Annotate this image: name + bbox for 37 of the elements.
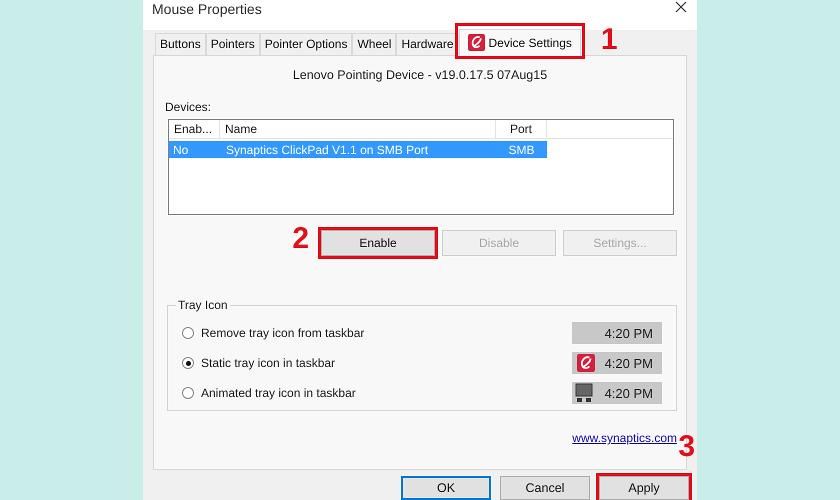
radio-button[interactable] [182,327,194,340]
clock-preview: 4:20 PM [572,322,662,344]
close-icon[interactable] [675,1,687,13]
step-number: 1 [600,24,618,55]
monitor-icon [575,383,593,404]
radio-button[interactable] [182,387,194,400]
table-cell-text: SMB [507,142,536,158]
step-number: 2 [292,224,309,254]
tab[interactable]: Hardware [396,32,458,55]
radio-button[interactable] [182,357,194,370]
column-header[interactable]: Enab... [169,120,220,138]
tab[interactable]: Device Settings [458,28,581,56]
devices-label: Devices: [165,99,212,116]
radio-option[interactable]: Animated tray icon in taskbar [182,384,356,402]
tab[interactable]: Wheel [352,32,396,55]
tab[interactable]: Buttons [155,32,206,55]
website-link[interactable]: www.synaptics.com [572,429,677,448]
driver-version: Lenovo Pointing Device - v19.0.17.5 07Aug15 [292,66,548,84]
clock-preview: 4:20 PM [572,352,662,374]
tab[interactable]: Pointers [206,32,260,55]
dialog-button[interactable]: Apply [599,476,689,500]
dialog-button[interactable]: Cancel [500,476,590,500]
step-number: 3 [678,432,695,462]
column-header[interactable]: Port [496,120,547,138]
radio-option[interactable]: Remove tray icon from taskbar [182,324,364,342]
clock-preview: 4:20 PM [572,382,662,404]
table-cell-text: Synaptics ClickPad V1.1 on SMB Port [225,142,430,158]
radio-option[interactable]: Static tray icon in taskbar [182,354,336,372]
action-button[interactable]: Enable [321,230,435,256]
group-title: Tray Icon [177,297,229,314]
column-header[interactable]: Name [220,120,496,138]
table-cell-text: No [172,142,190,158]
dialog-button[interactable]: OK [401,476,491,500]
tab[interactable]: Pointer Options [260,32,352,55]
tray-logo-icon [575,354,597,372]
tab-logo-icon [468,34,484,52]
window-title: Mouse Properties [152,0,262,19]
